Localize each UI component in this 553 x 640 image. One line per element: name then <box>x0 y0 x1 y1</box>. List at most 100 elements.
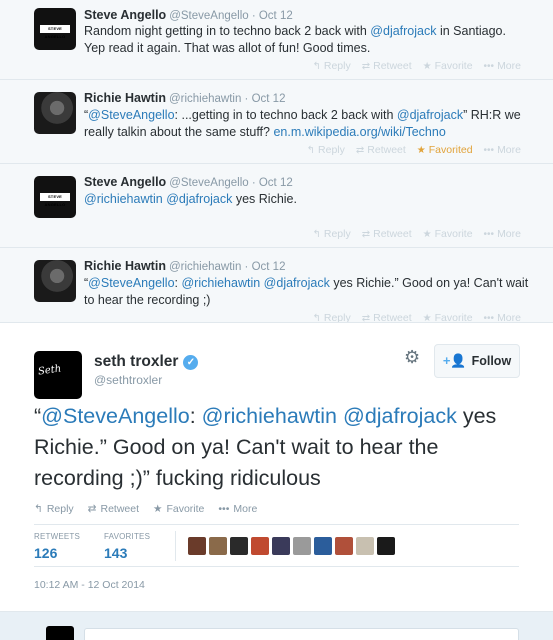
link[interactable]: en.m.wikipedia.org/wiki/Techno <box>273 125 445 139</box>
link[interactable]: @richiehawtin <box>202 404 337 428</box>
tweet-timestamp: 10:12 AM - 12 Oct 2014 <box>34 579 145 591</box>
favoriter-avatar[interactable] <box>272 537 290 555</box>
user-name[interactable]: Richie Hawtin <box>84 259 166 273</box>
link[interactable]: @richiehawtin <box>181 276 260 290</box>
avatar[interactable]: STEVE ANGELLO <box>34 176 76 218</box>
thread-tweet[interactable]: Richie Hawtin @richiehawtin · Oct 12 “@Ste… <box>0 80 553 164</box>
thread-tweet[interactable]: Richie Hawtin @richiehawtin · Oct 12 “@Ste… <box>0 248 553 332</box>
more-button[interactable]: ••• More <box>218 503 257 515</box>
user-name-label: seth troxler <box>94 353 179 370</box>
retweets-stat[interactable]: RETWEETS 126 <box>34 532 80 561</box>
tweet-text: @richiehawtin @djafrojack yes Richie. <box>84 191 529 208</box>
user-name[interactable]: Steve Angello <box>84 175 166 189</box>
favoriter-avatar[interactable] <box>230 537 248 555</box>
link[interactable]: @djafrojack <box>370 24 436 38</box>
favoriter-avatar[interactable] <box>356 537 374 555</box>
reply-button[interactable]: ↰ Reply <box>312 60 350 72</box>
tweet-text: “@SteveAngello: @richiehawtin @djafrojac… <box>84 275 529 309</box>
avatar[interactable]: STEVE ANGELLO <box>34 8 76 50</box>
divider <box>34 566 519 567</box>
follow-button[interactable]: +👤 Follow <box>434 344 520 378</box>
favorites-stat[interactable]: FAVORITES 143 <box>104 532 150 561</box>
action-label: Favorite <box>434 60 473 72</box>
avatar[interactable] <box>34 260 76 302</box>
gear-icon[interactable]: ⚙ <box>404 347 420 368</box>
action-label: More <box>497 228 521 240</box>
avatar[interactable] <box>34 92 76 134</box>
favoriter-avatar[interactable] <box>293 537 311 555</box>
retweet-icon: ⇄ <box>361 228 371 240</box>
link[interactable]: @SteveAngello <box>88 108 174 122</box>
retweet-icon: ⇄ <box>355 144 365 156</box>
more-icon: ••• <box>483 60 495 72</box>
follow-label: Follow <box>471 354 512 368</box>
link[interactable]: @SteveAngello <box>88 276 174 290</box>
favoriter-avatar[interactable] <box>377 537 395 555</box>
tweet-text: Random night getting in to techno back 2… <box>84 23 529 57</box>
link[interactable]: @richiehawtin <box>84 192 163 206</box>
action-label: Favorite <box>434 228 473 240</box>
more-button[interactable]: ••• More <box>484 60 521 72</box>
reply-button[interactable]: ↰ Reply <box>34 503 74 515</box>
action-label: Reply <box>323 60 351 72</box>
link[interactable]: @djafrojack <box>264 276 330 290</box>
favoriter-avatar[interactable] <box>251 537 269 555</box>
user-name[interactable]: Richie Hawtin <box>84 91 166 105</box>
action-label: Retweet <box>373 228 412 240</box>
favorite-button[interactable]: ★ Favorite <box>423 60 473 72</box>
conversation-thread: STEVE ANGELLO Steve Angello @SteveAngello … <box>0 0 553 332</box>
text-run: : <box>189 404 202 428</box>
favorite-button[interactable]: ★ Favorite <box>423 228 473 240</box>
handle-and-date[interactable]: @SteveAngello · Oct 12 <box>169 10 293 22</box>
retweet-button[interactable]: ⇄ Retweet <box>362 228 412 240</box>
action-label: Favorited <box>428 144 473 156</box>
reply-icon: ↰ <box>312 228 321 240</box>
tweet-actions: ↰ Reply ⇄ Retweet ★ Favorite ••• More <box>312 228 521 240</box>
action-label: Reply <box>323 228 351 240</box>
reply-button[interactable]: ↰ Reply <box>312 228 350 240</box>
avatar[interactable]: Seth <box>34 351 82 399</box>
link[interactable]: @djafrojack <box>343 404 457 428</box>
expanded-tweet: Seth seth troxler ✓ @sethtroxler ⚙ +👤 Fo… <box>0 322 553 612</box>
star-icon: ★ <box>422 228 432 240</box>
tweet-header: Richie Hawtin @richiehawtin · Oct 12 <box>84 91 285 105</box>
link[interactable]: @SteveAngello <box>41 404 190 428</box>
reply-button[interactable]: ↰ Reply <box>307 144 345 156</box>
tweet-text: “@SteveAngello: @richiehawtin @djafrojac… <box>34 401 524 494</box>
action-label: More <box>497 144 521 156</box>
thread-tweet[interactable]: STEVE ANGELLO Steve Angello @SteveAngello … <box>0 0 553 80</box>
favoriter-avatar[interactable] <box>188 537 206 555</box>
retweet-icon: ⇄ <box>361 60 371 72</box>
handle-and-date[interactable]: @richiehawtin · Oct 12 <box>169 261 286 273</box>
favoriter-avatar[interactable] <box>209 537 227 555</box>
reply-input[interactable] <box>84 628 519 640</box>
favoriter-avatar[interactable] <box>314 537 332 555</box>
retweet-button[interactable]: ⇄ Retweet <box>356 144 406 156</box>
tweet-actions: ↰ Reply ⇄ Retweet ★ Favorite ••• More <box>34 503 257 515</box>
text-run: yes Richie. <box>232 192 297 206</box>
star-icon: ★ <box>416 144 426 156</box>
retweet-button[interactable]: ⇄ Retweet <box>362 60 412 72</box>
tweet-text: “@SteveAngello: ...getting in to techno … <box>84 107 529 141</box>
user-handle[interactable]: @sethtroxler <box>94 373 162 387</box>
thread-tweet[interactable]: STEVE ANGELLO Steve Angello @SteveAngello … <box>0 164 553 248</box>
link[interactable]: @djafrojack <box>397 108 463 122</box>
action-label: Reply <box>318 144 345 156</box>
retweet-button[interactable]: ⇄ Retweet <box>88 503 139 515</box>
handle-and-date[interactable]: @richiehawtin · Oct 12 <box>169 93 286 105</box>
favoriter-avatar[interactable] <box>335 537 353 555</box>
link[interactable]: @djafrojack <box>166 192 232 206</box>
handle-and-date[interactable]: @SteveAngello · Oct 12 <box>169 177 293 189</box>
more-icon: ••• <box>483 144 495 156</box>
user-name[interactable]: Steve Angello <box>84 8 166 22</box>
divider <box>34 524 519 525</box>
favorite-button[interactable]: ★ Favorited <box>417 144 473 156</box>
user-name[interactable]: seth troxler ✓ <box>94 353 199 371</box>
retweet-icon: ⇄ <box>87 503 97 515</box>
verified-icon: ✓ <box>183 354 199 370</box>
favorite-button[interactable]: ★ Favorite <box>153 503 204 515</box>
more-button[interactable]: ••• More <box>484 144 521 156</box>
tweet-header: Steve Angello @SteveAngello · Oct 12 <box>84 175 293 189</box>
more-button[interactable]: ••• More <box>484 228 521 240</box>
more-icon: ••• <box>218 503 230 515</box>
